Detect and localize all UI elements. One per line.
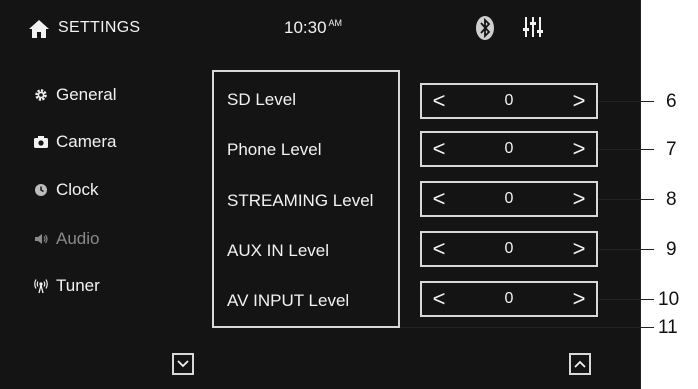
callout-number: 8 [666, 189, 677, 210]
bluetooth-icon[interactable] [474, 14, 496, 42]
clock-time: 10:30 [284, 18, 327, 37]
callout-line [598, 199, 654, 200]
level-label-av-input: AV INPUT Level [227, 291, 350, 310]
callout-number: 10 [658, 289, 680, 310]
increase-button[interactable]: > [564, 85, 594, 117]
increase-button[interactable]: > [564, 183, 594, 215]
aux-in-level-stepper: < 0 > [420, 231, 598, 267]
level-label-sd: SD Level [227, 90, 296, 109]
sidebar-item-label: Clock [56, 180, 99, 199]
increase-button[interactable]: > [564, 283, 594, 315]
callout-line [598, 149, 654, 150]
callout-line [598, 299, 654, 300]
scroll-up-button[interactable] [569, 353, 591, 375]
head-unit-screen: SETTINGS 10:30 AM General Camera Clock A… [0, 0, 641, 389]
camera-icon [32, 133, 50, 151]
level-label-streaming: STREAMING Level [227, 191, 374, 210]
sd-level-stepper: < 0 > [420, 83, 598, 119]
antenna-icon [32, 277, 50, 295]
level-label-aux-in: AUX IN Level [227, 241, 330, 260]
sidebar-item-audio[interactable]: Audio [32, 226, 99, 252]
phone-level-stepper: < 0 > [420, 131, 598, 167]
decrease-button[interactable]: < [424, 183, 454, 215]
phone-level-value: 0 [504, 140, 514, 157]
page-title: SETTINGS [58, 19, 141, 36]
sidebar-item-label: General [56, 85, 117, 104]
sidebar-item-clock[interactable]: Clock [32, 177, 99, 203]
decrease-button[interactable]: < [424, 85, 454, 117]
sidebar-item-camera[interactable]: Camera [32, 129, 116, 155]
callout-number: 7 [666, 139, 677, 160]
increase-button[interactable]: > [564, 233, 594, 265]
home-icon[interactable] [28, 18, 50, 40]
level-label-phone: Phone Level [227, 140, 322, 159]
sidebar-item-general[interactable]: General [32, 82, 116, 108]
streaming-level-stepper: < 0 > [420, 181, 598, 217]
callout-number: 9 [666, 239, 677, 260]
av-input-level-value: 0 [504, 290, 514, 307]
sd-level-value: 0 [504, 92, 514, 109]
gear-icon [32, 86, 50, 104]
scroll-down-button[interactable] [172, 353, 194, 375]
sidebar-item-label: Camera [56, 132, 117, 151]
callout-line [400, 327, 654, 328]
clock-icon [32, 181, 50, 199]
aux-in-level-value: 0 [504, 240, 514, 257]
chevron-up-icon [574, 360, 586, 368]
decrease-button[interactable]: < [424, 133, 454, 165]
increase-button[interactable]: > [564, 133, 594, 165]
sidebar-item-label: Audio [56, 229, 100, 248]
callout-number: 6 [666, 91, 677, 112]
decrease-button[interactable]: < [424, 283, 454, 315]
sidebar-item-tuner[interactable]: Tuner [32, 273, 100, 299]
clock-ampm: AM [328, 18, 343, 29]
callout-number: 11 [658, 317, 678, 338]
callout-line [598, 101, 654, 102]
clock-display: 10:30 AM [284, 18, 342, 38]
chevron-down-icon [177, 360, 189, 368]
av-input-level-stepper: < 0 > [420, 281, 598, 317]
streaming-level-value: 0 [504, 190, 514, 207]
equalizer-icon[interactable] [522, 15, 544, 39]
sidebar-item-label: Tuner [56, 276, 100, 295]
speaker-icon [32, 230, 50, 248]
callout-line [598, 249, 654, 250]
decrease-button[interactable]: < [424, 233, 454, 265]
